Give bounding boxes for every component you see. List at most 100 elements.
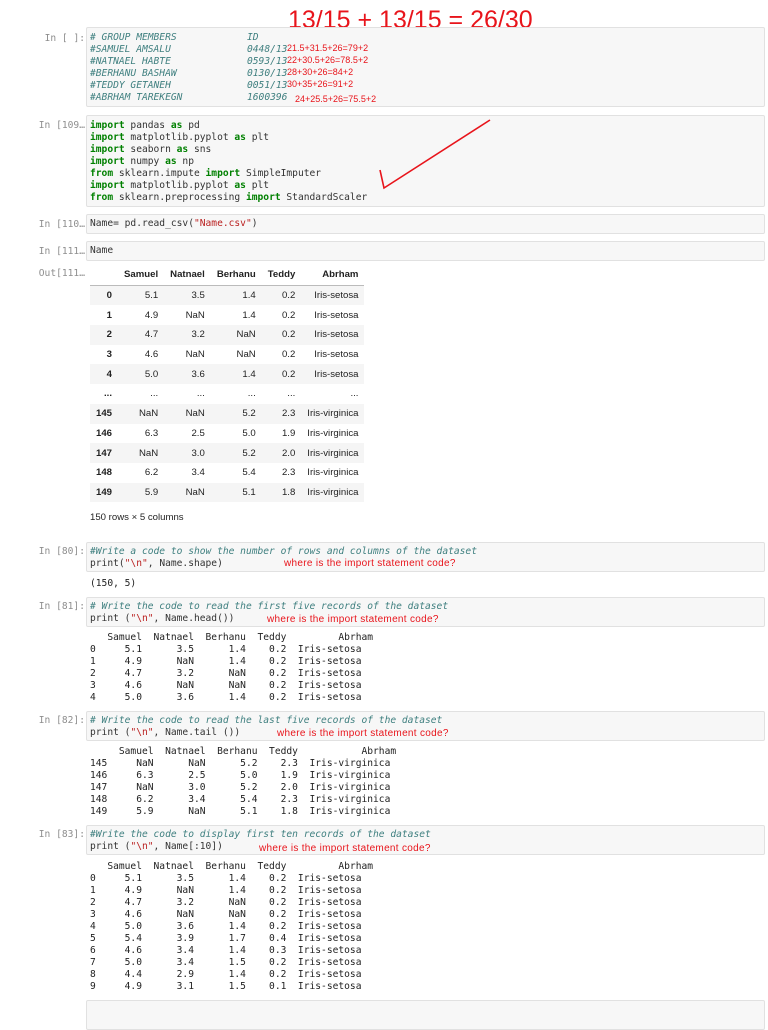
table-cell: 1.4 bbox=[242, 309, 256, 321]
score-breakdown: 22+30.5+26=78.5+2 bbox=[287, 55, 369, 65]
member-id: 0448/13 bbox=[247, 44, 288, 55]
code-keyword: as bbox=[165, 156, 177, 167]
table-row: 145 NaN NaN 5.2 2.3 Iris-virginica bbox=[90, 403, 365, 424]
table-cell: 5.4 bbox=[242, 467, 256, 479]
table-cell: NaN bbox=[185, 349, 205, 361]
member-name: #NATNAEL HABTE bbox=[90, 56, 171, 67]
score-breakdown: 24+25.5+26=75.5+2 bbox=[295, 94, 377, 104]
code-string: "\n" bbox=[130, 841, 154, 852]
code-cell-group-members[interactable]: # GROUP MEMBERS ID #SAMUEL AMSALU 0448/13 21… bbox=[86, 27, 765, 107]
code-keyword: as bbox=[176, 144, 189, 155]
row-index: 149 bbox=[96, 486, 113, 498]
code-text: ) bbox=[251, 218, 258, 229]
code-comment: #Write the code to display first ten rec… bbox=[90, 829, 431, 840]
code-text: , Name[:10]) bbox=[153, 841, 223, 852]
table-row: 1 4.9 NaN 1.4 0.2 Iris-setosa bbox=[90, 305, 364, 325]
table-cell: Iris-setosa bbox=[314, 329, 359, 341]
table-row: 3 4.6 NaN NaN 0.2 Iris-setosa bbox=[90, 345, 364, 365]
table-cell: 5.2 bbox=[242, 408, 256, 420]
column-header: Abrham bbox=[301, 265, 365, 286]
code-text: SimpleImputer bbox=[240, 168, 322, 179]
code-keyword: as bbox=[234, 132, 246, 143]
grader-note: where is the import statement code? bbox=[277, 728, 449, 739]
member-id: 0130/13 bbox=[247, 68, 288, 79]
table-cell: NaN bbox=[236, 349, 256, 361]
table-row: 0 5.1 3.5 1.4 0.2 Iris-setosa bbox=[90, 285, 365, 306]
cell-prompt: In [109… bbox=[38, 120, 85, 131]
empty-code-cell[interactable] bbox=[86, 1000, 765, 1030]
row-index: 148 bbox=[96, 467, 113, 479]
score-breakdown: 21.5+31.5+26=79+2 bbox=[287, 43, 369, 53]
code-text: print ( bbox=[90, 613, 131, 624]
dataframe-table: Samuel Natnael Berhanu Teddy Abrham 0 5.1 3.5 1… bbox=[90, 265, 365, 503]
table-cell: 3.6 bbox=[191, 368, 205, 380]
code-keyword: as bbox=[170, 120, 183, 131]
table-cell: 0.2 bbox=[281, 290, 296, 302]
table-cell: 5.0 bbox=[242, 427, 256, 439]
grader-note: where is the import statement code? bbox=[259, 843, 431, 854]
table-cell: 2.3 bbox=[281, 467, 296, 479]
code-text: plt bbox=[245, 180, 270, 191]
import-line: import matplotlib.pyplot as plt bbox=[90, 180, 367, 192]
code-cell-read-csv[interactable]: Name= pd.read_csv("Name.csv") bbox=[86, 214, 765, 234]
score-breakdown: 30+35+26=91+2 bbox=[287, 79, 354, 89]
code-text: StandardScaler bbox=[280, 192, 368, 203]
member-name: #BERHANU BASHAW bbox=[90, 68, 177, 79]
code-text: print ( bbox=[90, 841, 131, 852]
table-cell: 5.9 bbox=[144, 486, 159, 498]
grader-note: where is the import statement code? bbox=[267, 614, 439, 625]
table-cell: 5.2 bbox=[242, 447, 256, 459]
table-cell: 0.2 bbox=[281, 329, 296, 341]
code-cell-name[interactable]: Name bbox=[86, 241, 765, 261]
table-cell: ... bbox=[150, 388, 159, 400]
table-row: 146 6.3 2.5 5.0 1.9 Iris-virginica bbox=[90, 424, 364, 444]
code-text: Name bbox=[90, 245, 114, 256]
table-cell: NaN bbox=[236, 329, 256, 341]
code-keyword: from bbox=[90, 168, 114, 179]
member-id: 0593/13 bbox=[247, 56, 288, 67]
table-cell: 2.3 bbox=[281, 408, 296, 420]
table-cell: Iris-setosa bbox=[314, 368, 359, 380]
code-text: np bbox=[176, 156, 194, 167]
code-text: plt bbox=[245, 132, 270, 143]
table-cell: 1.4 bbox=[242, 290, 256, 302]
cell-output: Samuel Natnael Berhanu Teddy Abrham 0 5.… bbox=[90, 632, 374, 703]
import-line: import seaborn as sns bbox=[90, 144, 367, 156]
code-keyword: import bbox=[245, 192, 281, 203]
table-cell: ... bbox=[196, 388, 205, 400]
import-line: import matplotlib.pyplot as plt bbox=[90, 132, 367, 144]
table-cell: 0.2 bbox=[281, 368, 296, 380]
code-text: sklearn.preprocessing bbox=[113, 192, 246, 203]
import-line: from sklearn.impute import SimpleImputer bbox=[90, 168, 367, 180]
row-index: 1 bbox=[106, 309, 113, 321]
column-header: Samuel bbox=[118, 265, 165, 286]
table-cell: 6.3 bbox=[144, 427, 159, 439]
code-string: "Name.csv" bbox=[193, 218, 252, 229]
table-cell: ... bbox=[350, 388, 359, 400]
cell-output: Samuel Natnael Berhanu Teddy Abrham 145 … bbox=[90, 746, 397, 817]
table-cell: 3.4 bbox=[191, 467, 205, 479]
cell-prompt: In [ ]: bbox=[44, 33, 85, 44]
cell-prompt: In [82]: bbox=[38, 715, 85, 726]
column-header: Teddy bbox=[261, 265, 302, 286]
code-comment: # Write the code to read the first five … bbox=[90, 601, 449, 612]
table-cell: Iris-setosa bbox=[314, 290, 359, 302]
table-cell: 5.1 bbox=[144, 290, 159, 302]
code-text: matplotlib.pyplot bbox=[124, 132, 235, 143]
code-keyword: import bbox=[90, 156, 125, 167]
cell-prompt: In [110… bbox=[38, 219, 85, 230]
score-breakdown: 28+30+26=84+2 bbox=[287, 67, 354, 77]
table-cell: Iris-virginica bbox=[307, 467, 359, 479]
table-row: 4 5.0 3.6 1.4 0.2 Iris-setosa bbox=[90, 364, 365, 385]
code-text: seaborn bbox=[124, 144, 177, 155]
table-cell: Iris-virginica bbox=[307, 486, 359, 498]
table-cell: 4.7 bbox=[144, 329, 159, 341]
cell-output: (150, 5) bbox=[90, 578, 137, 589]
code-text: print ( bbox=[90, 727, 131, 738]
table-cell: Iris-virginica bbox=[307, 427, 359, 439]
code-keyword: as bbox=[234, 180, 246, 191]
column-header: Natnael bbox=[164, 265, 211, 286]
code-text: pd bbox=[182, 120, 200, 131]
row-index: 147 bbox=[96, 447, 113, 459]
member-name: #TEDDY GETANEH bbox=[90, 80, 171, 91]
